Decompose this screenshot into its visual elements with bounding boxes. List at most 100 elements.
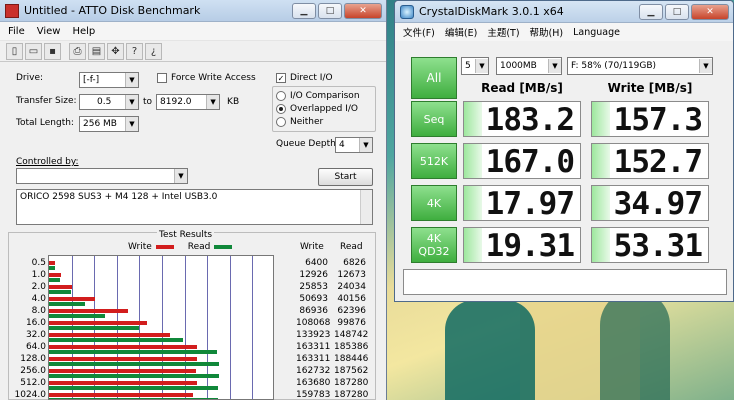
drive-select[interactable]: F: 58% (70/119GB) ▼ <box>567 57 713 75</box>
chevron-down-icon: ▼ <box>125 95 138 109</box>
write-value: 25853 <box>299 282 328 292</box>
write-value: 12926 <box>299 270 328 280</box>
force-write-checkbox[interactable] <box>157 73 167 83</box>
test-size-select[interactable]: 1000MB ▼ <box>496 57 562 75</box>
menu-view[interactable]: View <box>37 26 61 37</box>
drive-label: Drive: <box>16 73 44 83</box>
transfer-from-value: 0.5 <box>97 97 112 107</box>
result-gradient <box>464 144 482 178</box>
read-value: 187280 <box>334 390 369 400</box>
queue-depth-select[interactable]: 4 ▼ <box>335 137 373 153</box>
write-value: 6400 <box>305 258 328 268</box>
save-icon[interactable]: ▪ <box>44 42 61 60</box>
cdm-titlebar[interactable]: CrystalDiskMark 3.0.1 x64 ▁ □ ✕ <box>395 1 733 23</box>
transfer-size-tick-label: 1.0 <box>31 270 46 280</box>
drive-select[interactable]: [-f-] ▼ <box>79 72 139 88</box>
controlled-by-select[interactable]: ▼ <box>16 168 188 184</box>
result-gradient <box>464 102 482 136</box>
menu-language[interactable]: Language <box>573 27 620 38</box>
menu-file[interactable]: 文件(F) <box>403 25 435 39</box>
description-textarea[interactable]: ORICO 2598 SUS3 + M4 128 + Intel USB3.0 <box>16 189 373 225</box>
transfer-size-tick-label: 32.0 <box>25 330 46 340</box>
minimize-button[interactable]: ▁ <box>292 2 316 19</box>
controlled-by-label: Controlled by: <box>16 157 79 167</box>
test-button-3[interactable]: 4K QD32 <box>411 227 457 263</box>
description-scrollbar[interactable] <box>360 190 372 224</box>
legend-write-label: Write <box>128 242 152 252</box>
write-value: 50693 <box>299 294 328 304</box>
chevron-down-icon: ▼ <box>548 59 561 73</box>
cdm-window: CrystalDiskMark 3.0.1 x64 ▁ □ ✕ 文件(F) 编辑… <box>394 0 734 302</box>
close-button[interactable]: ✕ <box>691 3 729 20</box>
read-bar <box>49 326 140 330</box>
result-gradient <box>592 228 610 262</box>
menu-theme[interactable]: 主题(T) <box>487 25 519 39</box>
write-bar <box>49 309 128 313</box>
io-comparison-radio[interactable] <box>276 91 286 101</box>
overlapped-io-radio[interactable] <box>276 104 286 114</box>
maximize-button[interactable]: □ <box>665 3 689 20</box>
overlapped-io-label: Overlapped I/O <box>290 104 358 114</box>
write-header: Write [MB/s] <box>607 81 693 95</box>
description-text: ORICO 2598 SUS3 + M4 128 + Intel USB3.0 <box>20 192 218 202</box>
chevron-down-icon: ▼ <box>125 117 138 131</box>
atto-titlebar[interactable]: Untitled - ATTO Disk Benchmark ▁ □ ✕ <box>0 0 386 22</box>
menu-file[interactable]: File <box>8 26 25 37</box>
cdm-app-icon <box>400 4 414 19</box>
read-value: 40156 <box>337 294 366 304</box>
menu-help[interactable]: 帮助(H) <box>530 25 564 39</box>
test-button-0[interactable]: Seq <box>411 101 457 137</box>
help-icon[interactable]: ? <box>126 42 143 60</box>
transfer-size-tick-label: 1024.0 <box>14 390 47 400</box>
read-result-cell: 17.97 <box>463 185 581 222</box>
read-value: 24034 <box>337 282 366 292</box>
menu-help[interactable]: Help <box>72 26 95 37</box>
test-button-label: 512K <box>419 154 449 168</box>
read-value: 187280 <box>334 378 369 388</box>
read-value: 148742 <box>334 330 369 340</box>
read-header: Read [MB/s] <box>481 81 563 95</box>
test-button-sublabel: QD32 <box>418 245 450 258</box>
result-gradient <box>592 144 610 178</box>
read-value: 62396 <box>337 306 366 316</box>
transfer-size-tick-label: 4.0 <box>31 294 46 304</box>
all-button[interactable]: All <box>411 57 457 99</box>
close-button[interactable]: ✕ <box>344 2 382 19</box>
column-write-header: Write <box>300 242 324 252</box>
start-button[interactable]: Start <box>318 168 373 186</box>
new-icon[interactable]: ▯ <box>6 42 23 60</box>
direct-io-checkbox[interactable]: ✓ <box>276 73 286 83</box>
test-button-2[interactable]: 4K <box>411 185 457 221</box>
read-value: 185386 <box>334 342 369 352</box>
column-read-header: Read <box>340 242 363 252</box>
comment-field[interactable] <box>403 269 727 295</box>
open-icon[interactable]: ▭ <box>25 42 42 60</box>
print-icon[interactable]: ⎙ <box>69 42 86 60</box>
transfer-to-select[interactable]: 8192.0 ▼ <box>156 94 221 110</box>
test-button-1[interactable]: 512K <box>411 143 457 179</box>
write-bar <box>49 381 197 385</box>
minimize-button[interactable]: ▁ <box>639 3 663 20</box>
maximize-button[interactable]: □ <box>318 2 342 19</box>
transfer-from-select[interactable]: 0.5 ▼ <box>79 94 139 110</box>
read-bar <box>49 302 86 306</box>
neither-radio[interactable] <box>276 117 286 127</box>
menu-edit[interactable]: 编辑(E) <box>445 25 477 39</box>
read-bar <box>49 374 219 378</box>
print-preview-icon[interactable]: ▤ <box>88 42 105 60</box>
total-length-select[interactable]: 256 MB ▼ <box>79 116 139 132</box>
read-value: 99876 <box>337 318 366 328</box>
move-icon[interactable]: ✥ <box>107 42 124 60</box>
read-value: 187562 <box>334 366 369 376</box>
runs-select[interactable]: 5 ▼ <box>461 57 489 75</box>
write-value: 163680 <box>296 378 331 388</box>
transfer-size-tick-label: 512.0 <box>20 378 46 388</box>
io-comparison-label: I/O Comparison <box>290 91 360 101</box>
runs-value: 5 <box>465 61 471 71</box>
read-bar <box>49 266 56 270</box>
read-result-value: 167.0 <box>485 144 575 180</box>
read-result-cell: 183.2 <box>463 101 581 138</box>
transfer-size-tick-label: 0.5 <box>31 258 46 268</box>
write-result-cell: 152.7 <box>591 143 709 180</box>
context-help-icon[interactable]: ¿ <box>145 42 162 60</box>
